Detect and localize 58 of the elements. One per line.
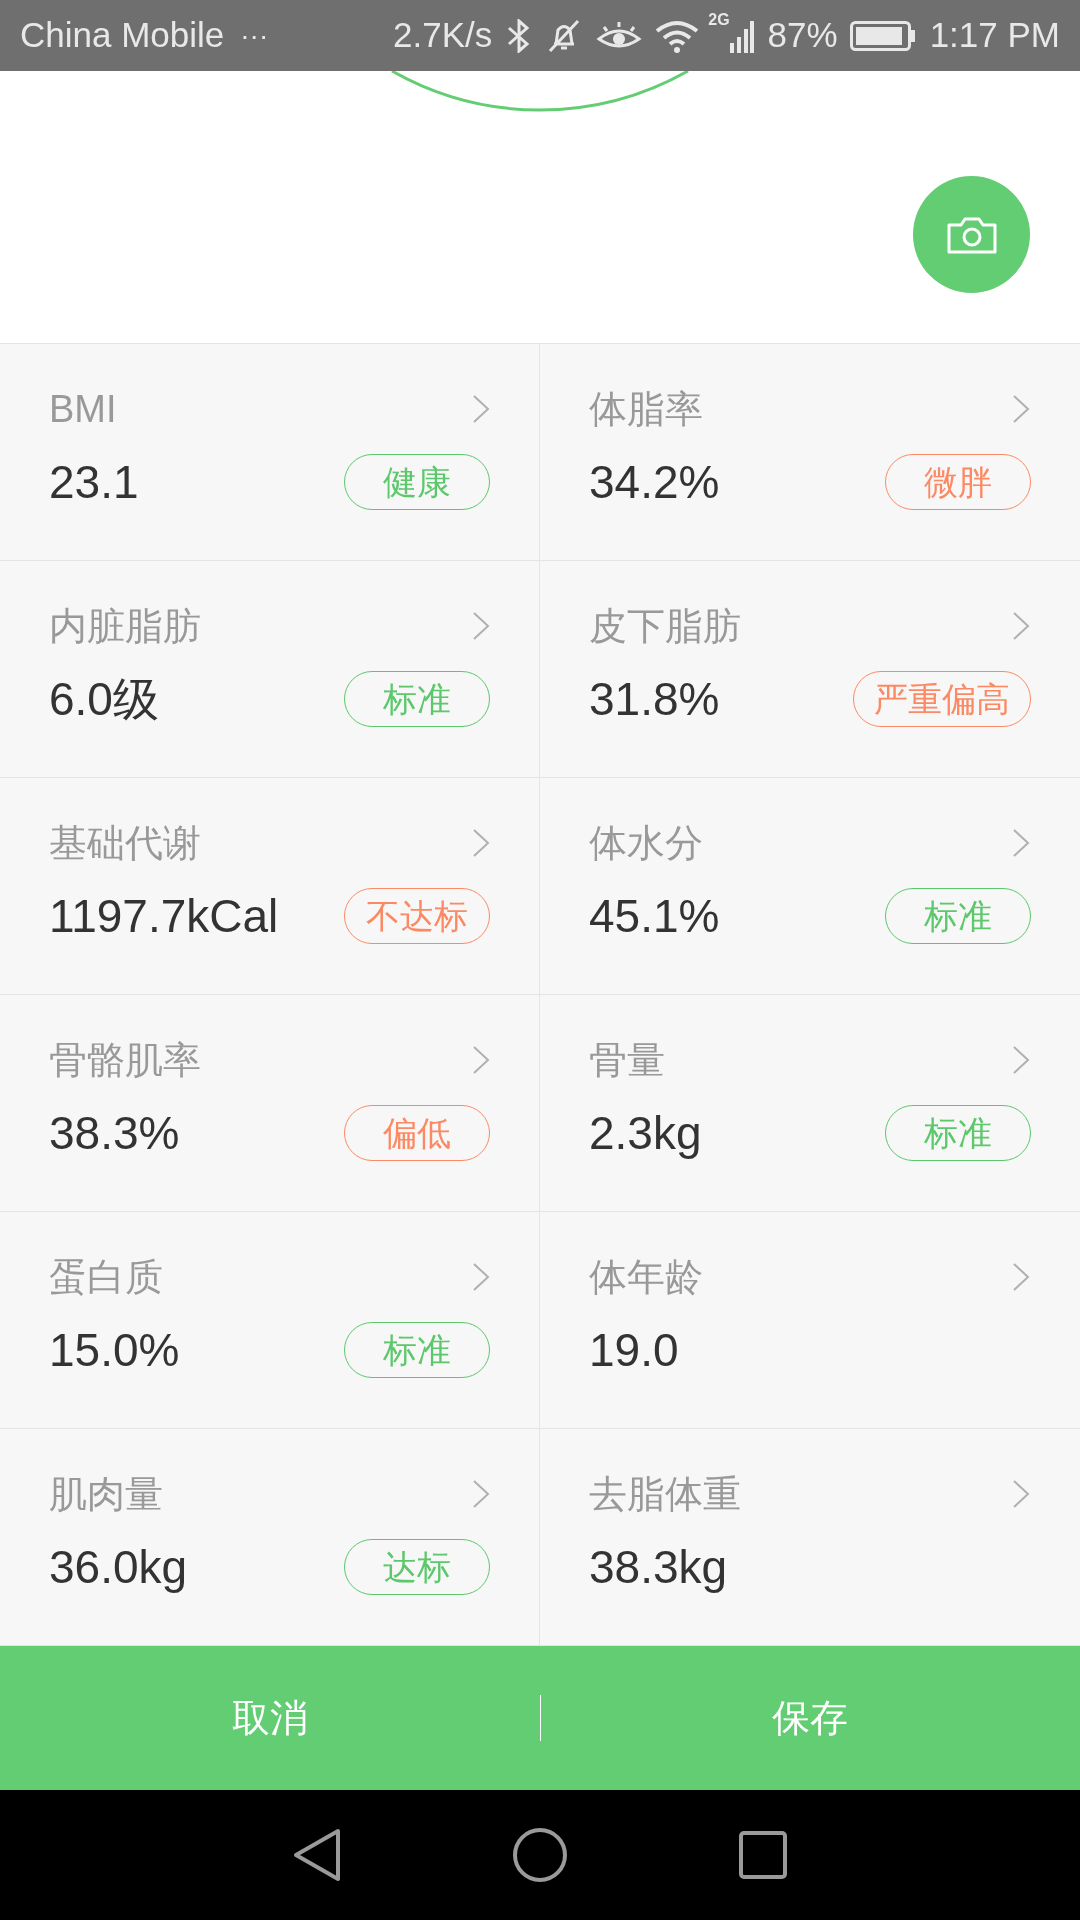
- battery-percent: 87%: [767, 14, 838, 57]
- chevron-right-icon: [472, 1262, 490, 1292]
- metric-label: 皮下脂肪: [589, 604, 741, 649]
- more-indicator: ···: [240, 18, 269, 53]
- metric-value: 45.1%: [589, 889, 720, 944]
- metric-tile[interactable]: 骨量 2.3kg 标准: [540, 995, 1080, 1212]
- clock-time: 1:17 PM: [929, 14, 1060, 57]
- metric-tile[interactable]: 皮下脂肪 31.8% 严重偏高: [540, 561, 1080, 778]
- metric-value: 2.3kg: [589, 1106, 702, 1161]
- metric-label: 骨量: [589, 1038, 665, 1083]
- battery-icon: [849, 20, 916, 51]
- metric-label: 骨骼肌率: [49, 1038, 201, 1083]
- metric-label: 内脏脂肪: [49, 604, 201, 649]
- network-speed: 2.7K/s: [393, 14, 493, 57]
- chevron-right-icon: [1012, 611, 1030, 641]
- metric-label: 蛋白质: [49, 1255, 163, 1300]
- network-type: 2G: [708, 10, 730, 30]
- chevron-right-icon: [472, 1479, 490, 1509]
- metric-value: 23.1: [49, 455, 139, 510]
- chevron-right-icon: [1012, 828, 1030, 858]
- metric-tile[interactable]: 骨骼肌率 38.3% 偏低: [0, 995, 540, 1212]
- metric-label: 体脂率: [589, 387, 703, 432]
- recents-icon[interactable]: [738, 1830, 788, 1880]
- metric-tile[interactable]: 体水分 45.1% 标准: [540, 778, 1080, 995]
- metric-tile[interactable]: 体脂率 34.2% 微胖: [540, 344, 1080, 561]
- chevron-right-icon: [1012, 1045, 1030, 1075]
- metric-value: 38.3%: [49, 1106, 180, 1161]
- metric-value: 38.3kg: [589, 1540, 728, 1595]
- metric-value: 15.0%: [49, 1323, 180, 1378]
- metric-tile[interactable]: 内脏脂肪 6.0级 标准: [0, 561, 540, 778]
- chevron-right-icon: [472, 828, 490, 858]
- metric-value: 34.2%: [589, 455, 720, 510]
- back-icon[interactable]: [292, 1828, 342, 1882]
- home-icon[interactable]: [512, 1827, 568, 1883]
- chevron-right-icon: [472, 1045, 490, 1075]
- metric-label: 肌肉量: [49, 1472, 163, 1517]
- metric-tile[interactable]: 蛋白质 15.0% 标准: [0, 1212, 540, 1429]
- wifi-icon: [654, 18, 701, 53]
- metric-value: 19.0: [589, 1323, 679, 1378]
- carrier-name: China Mobile: [20, 14, 225, 57]
- metric-label: BMI: [49, 387, 117, 432]
- metric-label: 体年龄: [589, 1255, 703, 1300]
- metric-label: 基础代谢: [49, 821, 201, 866]
- metric-value: 1197.7kCal: [49, 889, 279, 944]
- chevron-right-icon: [472, 394, 490, 424]
- chevron-right-icon: [1012, 1479, 1030, 1509]
- signal-icon: [729, 18, 754, 53]
- metric-label: 体水分: [589, 821, 703, 866]
- chevron-right-icon: [1012, 394, 1030, 424]
- metric-value: 36.0kg: [49, 1540, 188, 1595]
- chevron-right-icon: [1012, 1262, 1030, 1292]
- metric-value: 6.0级: [49, 672, 159, 727]
- metric-value: 31.8%: [589, 672, 720, 727]
- chevron-right-icon: [472, 611, 490, 641]
- metric-tile[interactable]: 基础代谢 1197.7kCal 不达标: [0, 778, 540, 995]
- metric-label: 去脂体重: [589, 1472, 741, 1517]
- metric-tile[interactable]: 体年龄 19.0: [540, 1212, 1080, 1429]
- metric-tile[interactable]: BMI 23.1 健康: [0, 344, 540, 561]
